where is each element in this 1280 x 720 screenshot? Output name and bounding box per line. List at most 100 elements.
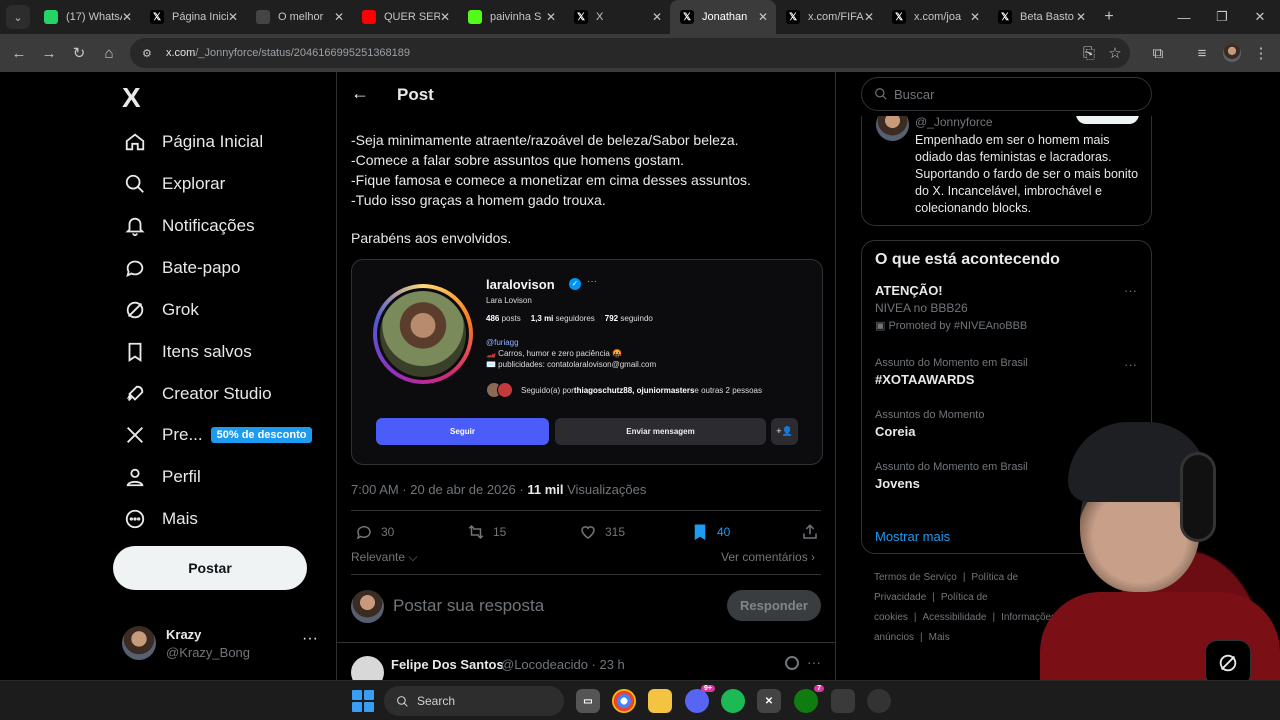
- more-icon[interactable]: ···: [807, 654, 821, 670]
- tab-search-button[interactable]: ⌄: [6, 5, 30, 29]
- tweet-actions: 30 15 315 40: [351, 522, 821, 542]
- trend-item[interactable]: Assunto do Momento em Brasil #XOTAAWARDS…: [875, 357, 1137, 387]
- verified-badge-icon: ✓: [569, 278, 581, 290]
- more-icon[interactable]: ···: [1124, 283, 1137, 298]
- site-info-icon[interactable]: ⚙: [142, 47, 158, 60]
- address-bar[interactable]: ⚙ x.com/_Jonnyforce/status/2046166995251…: [130, 38, 1130, 68]
- reply-sort-dropdown[interactable]: Relevante ⌵: [351, 550, 417, 565]
- grok-floating-button[interactable]: [1205, 640, 1251, 680]
- browser-menu-icon[interactable]: ⋮: [1246, 38, 1276, 68]
- account-switcher[interactable]: Krazy @Krazy_Bong ···: [122, 624, 322, 664]
- browser-tab[interactable]: 𝕏x.com/joa ✕: [882, 0, 988, 34]
- minimize-button[interactable]: —: [1164, 0, 1204, 34]
- avatar[interactable]: [876, 116, 909, 141]
- grok-icon[interactable]: [785, 656, 799, 670]
- repost-button[interactable]: 15: [467, 522, 506, 542]
- close-tab-icon[interactable]: ✕: [652, 10, 662, 24]
- chart-app-icon[interactable]: [831, 689, 855, 713]
- followers-count: 1,3 mi seguidores: [530, 314, 595, 323]
- post-button[interactable]: Postar: [113, 546, 307, 590]
- back-button[interactable]: ←: [4, 38, 34, 68]
- extensions-icon[interactable]: ⧉: [1143, 38, 1173, 68]
- sidebar-item-person[interactable]: Perfil: [122, 456, 201, 498]
- bookmark-button[interactable]: 40: [691, 522, 730, 542]
- sidebar-item-rocket[interactable]: Creator Studio: [122, 373, 272, 415]
- close-tab-icon[interactable]: ✕: [970, 10, 980, 24]
- grok-icon: [1219, 654, 1237, 672]
- browser-tab[interactable]: 𝕏 Beta Basto ✕: [988, 0, 1094, 34]
- x-logo-icon[interactable]: X: [122, 82, 141, 114]
- close-window-button[interactable]: ✕: [1240, 0, 1280, 34]
- chrome-icon[interactable]: [612, 689, 636, 713]
- sidebar-item-bell[interactable]: Notificações: [122, 205, 255, 247]
- divider: [351, 510, 821, 511]
- trend-item[interactable]: ATENÇÃO! NIVEA no BBB26 ▣ Promoted by #N…: [875, 283, 1137, 332]
- close-tab-icon[interactable]: ✕: [228, 10, 238, 24]
- footer-separator: |: [920, 632, 923, 643]
- app-icon[interactable]: [867, 689, 891, 713]
- reload-button[interactable]: ↻: [64, 38, 94, 68]
- sidebar-item-more-circle[interactable]: Mais: [122, 498, 198, 540]
- discord-icon[interactable]: 9+: [685, 685, 715, 713]
- close-tab-icon[interactable]: ✕: [864, 10, 874, 24]
- back-arrow-icon[interactable]: ←: [351, 83, 369, 104]
- reply-button[interactable]: 30: [355, 522, 394, 542]
- browser-tab[interactable]: O melhor ✕: [246, 0, 352, 34]
- close-tab-icon[interactable]: ✕: [758, 10, 768, 24]
- spotify-icon[interactable]: [721, 689, 745, 713]
- reply-input[interactable]: Postar sua resposta: [393, 596, 544, 616]
- sidebar-item-search[interactable]: Explorar: [122, 163, 225, 205]
- sidebar-item-chat[interactable]: Bate-papo: [122, 247, 240, 289]
- close-tab-icon[interactable]: ✕: [440, 10, 450, 24]
- search-input[interactable]: Buscar: [861, 77, 1152, 111]
- tweet-text: -Seja minimamente atraente/razoável de b…: [351, 130, 821, 210]
- footer-link[interactable]: Mais: [929, 632, 950, 643]
- tweet-media-image[interactable]: laralovison ✓ ··· Lara Lovison 486 posts…: [351, 259, 823, 465]
- browser-tab[interactable]: 𝕏x.com/FIFA ✕: [776, 0, 882, 34]
- browser-tab[interactable]: 𝕏 X ✕: [564, 0, 670, 34]
- follow-button[interactable]: [1076, 116, 1139, 124]
- sidebar-item-home[interactable]: Página Inicial: [122, 121, 263, 163]
- taskbar-search[interactable]: Search: [384, 686, 564, 716]
- media-control-icon[interactable]: ≡: [1187, 38, 1217, 68]
- file-explorer-icon[interactable]: [648, 689, 672, 713]
- bookmark-star-icon[interactable]: ☆: [1100, 38, 1130, 68]
- sidebar-item-bookmark[interactable]: Itens salvos: [122, 331, 252, 373]
- reply-submit-button[interactable]: Responder: [727, 590, 821, 621]
- browser-toolbar: ← → ↻ ⌂ ⚙ x.com/_Jonnyforce/status/20461…: [0, 34, 1280, 72]
- tab-label: paivinha S: [490, 11, 542, 23]
- see-comments-link[interactable]: Ver comentários ›: [721, 550, 815, 564]
- more-icon[interactable]: ···: [1124, 357, 1137, 372]
- browser-tab[interactable]: paivinha S ✕: [458, 0, 564, 34]
- profile-handle[interactable]: @_Jonnyforce: [915, 116, 993, 129]
- browser-tab[interactable]: 𝕏 Página Inicial✕: [140, 0, 246, 34]
- comment-author-name[interactable]: Felipe Dos Santos: [391, 657, 504, 672]
- home-button[interactable]: ⌂: [94, 38, 124, 68]
- like-button[interactable]: 315: [579, 522, 625, 542]
- sidebar-item-x[interactable]: Pre... 50% de desconto: [122, 414, 313, 456]
- browser-tab[interactable]: (17) WhatsApp✕: [34, 0, 140, 34]
- share-button[interactable]: [801, 522, 827, 542]
- browser-tab[interactable]: QUER SER ✕: [352, 0, 458, 34]
- sidebar-item-grok[interactable]: Grok: [122, 289, 199, 331]
- new-tab-button[interactable]: +: [1094, 8, 1124, 26]
- maximize-button[interactable]: ❐: [1202, 0, 1242, 34]
- close-tab-icon[interactable]: ✕: [1076, 10, 1086, 24]
- sidebar-item-label: Mais: [162, 509, 198, 528]
- more-icon[interactable]: ···: [302, 630, 318, 648]
- close-tab-icon[interactable]: ✕: [546, 10, 556, 24]
- x-icon: 𝕏: [786, 10, 800, 24]
- xbox-icon[interactable]: 7: [794, 685, 824, 713]
- avatar[interactable]: [351, 656, 384, 680]
- windows-start-icon[interactable]: [352, 690, 374, 712]
- footer-link[interactable]: Acessibilidade: [923, 612, 987, 623]
- tools-icon[interactable]: ✕: [757, 689, 781, 713]
- forward-button[interactable]: →: [34, 38, 64, 68]
- close-tab-icon[interactable]: ✕: [122, 10, 132, 24]
- profile-avatar[interactable]: [1217, 38, 1247, 68]
- task-view-icon[interactable]: ▭: [576, 689, 600, 713]
- close-tab-icon[interactable]: ✕: [334, 10, 344, 24]
- show-more-link[interactable]: Mostrar mais: [875, 529, 950, 544]
- footer-link[interactable]: Termos de Serviço: [874, 572, 957, 583]
- browser-tab[interactable]: 𝕏 Jonathan ✕: [670, 0, 776, 34]
